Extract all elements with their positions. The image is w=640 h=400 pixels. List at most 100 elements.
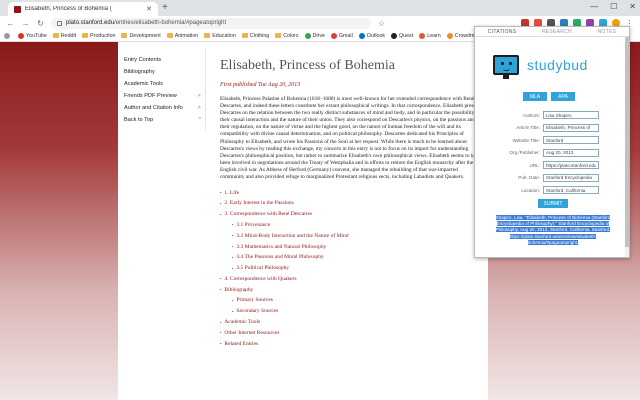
bookmark-item[interactable]: Education	[204, 33, 236, 39]
toc-link[interactable]: 4. Correspondence with Quakers	[224, 276, 296, 282]
folder-icon	[82, 33, 89, 38]
toc-link[interactable]: 1. Life	[224, 190, 239, 196]
citation-field-input[interactable]	[543, 161, 599, 170]
bookmark-star-icon[interactable]: ☆	[377, 19, 386, 28]
citation-text: Shapiro, Lisa. "Elisabeth, Princess of B…	[495, 215, 611, 245]
citation-field-input[interactable]	[543, 173, 599, 182]
close-tab-icon[interactable]: ✕	[146, 5, 152, 13]
toc-link[interactable]: Bibliography	[224, 287, 253, 293]
toc-link[interactable]: Other Internet Resources	[224, 330, 279, 336]
sidebar-item[interactable]: Academic Tools	[124, 78, 201, 90]
sidebar-item[interactable]: Friends PDF Preview ↗	[124, 90, 201, 102]
sidebar-item[interactable]: Author and Citation Info ↗	[124, 102, 201, 114]
bookmark-item[interactable]	[4, 32, 12, 39]
site-icon	[304, 32, 311, 39]
popup-tab[interactable]: NOTES	[598, 29, 617, 35]
citation-field-input[interactable]	[543, 136, 599, 145]
tab-title: Elisabeth, Princess of Bohemia (	[25, 6, 112, 12]
maximize-icon[interactable]: ☐	[610, 2, 617, 11]
bookmark-label: Education	[212, 32, 236, 39]
sidebar-item[interactable]: Back to Top ^	[124, 114, 201, 126]
folder-icon	[166, 33, 173, 38]
close-window-icon[interactable]: ✕	[629, 2, 636, 11]
bookmark-item[interactable]: Quest	[391, 32, 413, 39]
citation-field-input[interactable]	[543, 111, 599, 120]
back-icon[interactable]: ←	[6, 19, 15, 28]
sidebar-item[interactable]: Bibliography	[124, 66, 201, 78]
sidebar-item[interactable]: Entry Contents	[124, 54, 201, 66]
toc-link[interactable]: 2. Early Interest in the Passions	[224, 200, 293, 206]
site-icon	[330, 32, 337, 39]
bullet-icon: •	[220, 276, 222, 282]
brand-name: studybud	[527, 57, 588, 73]
toc-link[interactable]: Primary Sources	[236, 297, 273, 303]
toc-item[interactable]: • 3.3 Mathematics and Natural Philosophy	[220, 241, 482, 252]
toc-item[interactable]: • 4. Correspondence with Quakers	[220, 274, 482, 285]
toc-link[interactable]: 3.4 The Passions and Moral Philosophy	[236, 254, 323, 260]
folder-icon	[275, 33, 282, 38]
bookmark-item[interactable]: Outlook	[358, 32, 386, 39]
bookmark-item[interactable]: Production	[82, 33, 115, 39]
bullet-icon: •	[220, 341, 222, 347]
toc-link[interactable]: 3. Correspondence with René Descartes	[224, 211, 312, 217]
toc-item[interactable]: • Academic Tools	[220, 317, 482, 328]
format-button-apa[interactable]: APA	[551, 92, 575, 101]
minimize-icon[interactable]: —	[590, 2, 598, 11]
field-label: Authors:	[522, 112, 540, 118]
toc-link[interactable]: 3.1 Provenance	[236, 222, 270, 228]
new-tab-button[interactable]: +	[162, 3, 168, 13]
form-row: Pub. Date:	[485, 172, 623, 185]
site-icon	[446, 32, 453, 39]
toc-link[interactable]: 3.2 Mind-Body Interaction and the Nature…	[236, 233, 348, 239]
bookmark-item[interactable]: YouTube	[18, 32, 47, 39]
form-row: Org./Publisher:	[485, 147, 623, 160]
bookmark-item[interactable]: Learn	[419, 32, 441, 39]
bookmark-label: Learn	[427, 32, 441, 39]
toc-item[interactable]: • Bibliography	[220, 284, 482, 295]
bookmark-item[interactable]: Clothing	[241, 33, 269, 39]
popup-tab[interactable]: CITATIONS	[488, 29, 517, 35]
citation-field-input[interactable]	[543, 148, 599, 157]
forward-icon[interactable]: →	[21, 19, 30, 28]
citation-field-input[interactable]	[543, 186, 599, 195]
toc-item[interactable]: • Primary Sources	[220, 295, 482, 306]
reload-icon[interactable]: ↻	[36, 19, 45, 28]
popup-scrollbar[interactable]	[625, 37, 629, 257]
scrollbar-thumb[interactable]	[625, 37, 629, 247]
toc-item[interactable]: • 2. Early Interest in the Passions	[220, 198, 482, 209]
toc-item[interactable]: • Secondary Sources	[220, 306, 482, 317]
popup-tab[interactable]: RESEARCH	[542, 29, 572, 35]
toc-item[interactable]: • 3. Correspondence with René Descartes	[220, 209, 482, 220]
toc-link[interactable]: Related Entries	[224, 341, 258, 347]
bookmark-label: Outlook	[366, 32, 386, 39]
toc-link[interactable]: Academic Tools	[224, 319, 260, 325]
citation-field-input[interactable]	[543, 123, 599, 132]
toc-item[interactable]: • 1. Life	[220, 187, 482, 198]
bookmark-item[interactable]: Drive	[304, 32, 325, 39]
toc-item[interactable]: • 3.2 Mind-Body Interaction and the Natur…	[220, 230, 482, 241]
article-preamble: Elisabeth, Princess Palatine of Bohemia …	[220, 96, 481, 181]
folder-icon	[241, 33, 248, 38]
toc-item[interactable]: • 3.4 The Passions and Moral Philosophy	[220, 252, 482, 263]
address-bar[interactable]: plato.stanford.edu/entries/elisabeth-boh…	[51, 17, 371, 29]
toc-link[interactable]: 3.5 Political Philosophy	[236, 265, 289, 271]
bookmark-item[interactable]: Gmail	[330, 32, 353, 39]
generated-citation[interactable]: Shapiro, Lisa. "Elisabeth, Princess of B…	[487, 215, 619, 246]
bookmark-label: Gmail	[338, 32, 353, 39]
submit-button[interactable]: SUBMIT	[538, 199, 568, 208]
bookmark-item[interactable]: Colors	[275, 33, 299, 39]
bookmark-item[interactable]: Development	[121, 33, 161, 39]
toc-link[interactable]: 3.3 Mathematics and Natural Philosophy	[236, 244, 326, 250]
site-icon	[4, 32, 10, 39]
popup-tabs: CITATIONS RESEARCH NOTES	[475, 27, 629, 37]
format-button-mla[interactable]: MLA	[523, 92, 547, 101]
bookmark-item[interactable]: Reddit	[52, 33, 76, 39]
browser-tab[interactable]: Elisabeth, Princess of Bohemia ( ✕	[8, 2, 158, 16]
folder-icon	[121, 33, 128, 38]
toc-item[interactable]: • Other Internet Resources	[220, 327, 482, 338]
toc-item[interactable]: • 3.1 Provenance	[220, 220, 482, 231]
toc-link[interactable]: Secondary Sources	[236, 308, 278, 314]
toc-item[interactable]: • 3.5 Political Philosophy	[220, 263, 482, 274]
bookmark-item[interactable]: Animation	[166, 33, 198, 39]
toc-item[interactable]: • Related Entries	[220, 338, 482, 349]
